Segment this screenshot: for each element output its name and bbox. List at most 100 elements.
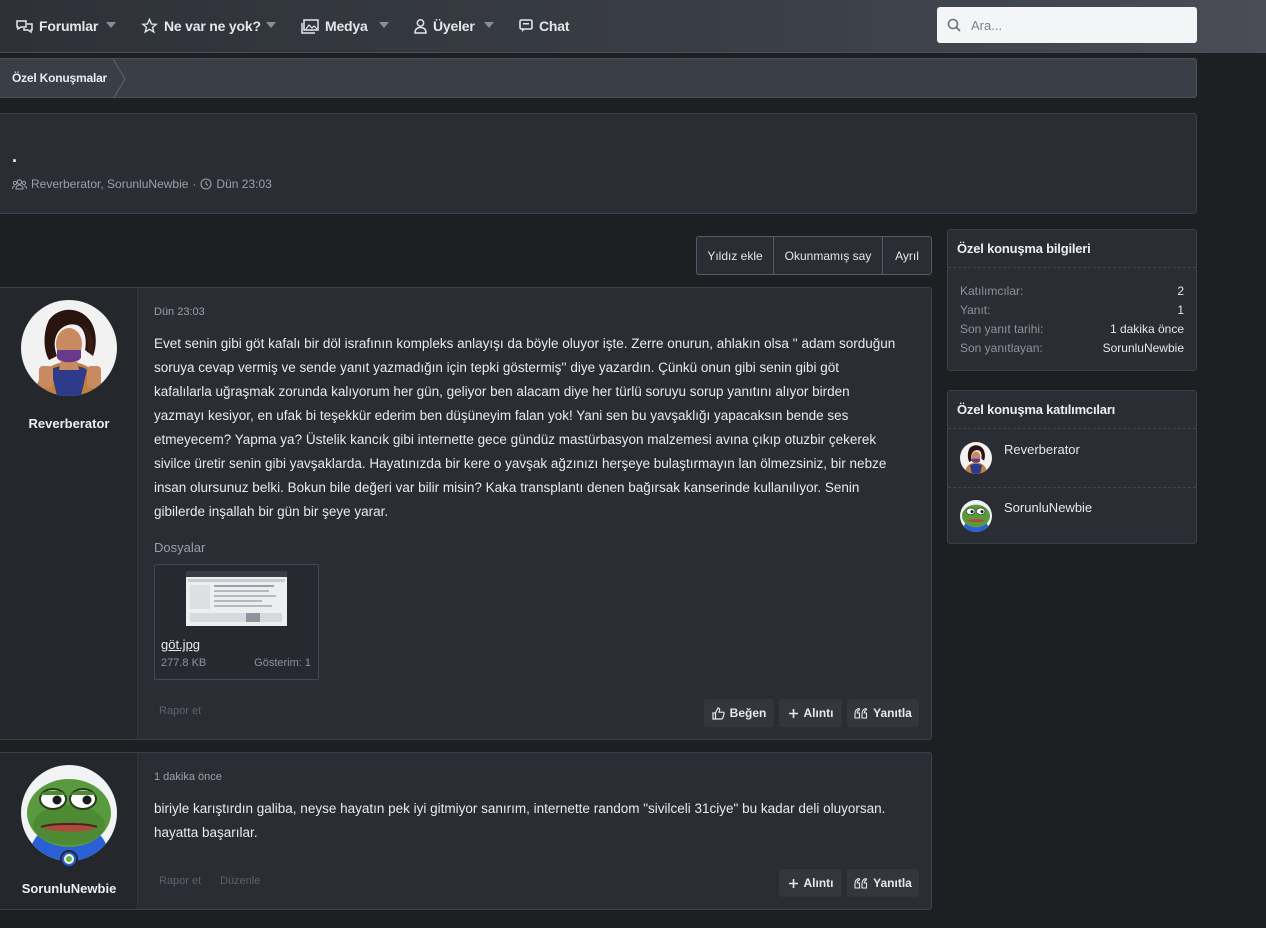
page-title: . — [12, 146, 18, 166]
quote-button-label: Alıntı — [803, 706, 834, 720]
pepe-frog-avatar-image — [960, 500, 992, 532]
reverberator-avatar-image — [960, 442, 992, 474]
info-row-participants: Katılımcılar: 2 — [960, 284, 1184, 302]
message-user-cell: SorunluNewbie — [0, 753, 138, 909]
nav-medya-label: Medya — [325, 18, 368, 34]
participant-avatar[interactable] — [960, 442, 992, 474]
search-input[interactable] — [971, 17, 1171, 33]
message-line: insan olursunuz belki. Bokun bile değeri… — [154, 480, 860, 495]
comments-icon — [16, 19, 33, 33]
message-line: sivilce üretir senin gibi yavşaklarda. H… — [154, 456, 887, 471]
report-link[interactable]: Rapor et — [159, 705, 201, 717]
avatar[interactable] — [21, 765, 117, 861]
user-icon — [414, 18, 427, 34]
info-key: Katılımcılar: — [960, 284, 1024, 298]
top-navigation: Forumlar Ne var ne yok? Medya Üyeler Cha… — [0, 0, 1266, 53]
info-row-last-reply-date: Son yanıt tarihi: 1 dakika önce — [960, 322, 1184, 340]
message-line: soruya cevap vermiş ve sende yanıt yazma… — [154, 360, 840, 375]
nav-uyeler-label: Üyeler — [433, 18, 475, 34]
quote-icon — [854, 707, 868, 719]
quote-button-label: Alıntı — [803, 876, 834, 890]
breadcrumb: Özel Konuşmalar — [0, 58, 1197, 98]
participant-avatar[interactable] — [960, 500, 992, 532]
nav-forumlar-caret[interactable] — [103, 17, 119, 33]
search-icon — [947, 18, 961, 32]
conversation-date: Dün 23:03 — [216, 177, 272, 191]
leave-button[interactable]: Ayrıl — [883, 237, 931, 274]
participant-item[interactable]: SorunluNewbie — [948, 487, 1196, 543]
info-value: 2 — [1177, 284, 1184, 298]
report-link[interactable]: Rapor et — [159, 875, 201, 887]
message-line: biriyle karıştırdın galiba, neyse hayatı… — [154, 801, 886, 816]
caret-down-icon — [484, 22, 494, 28]
meta-separator: · — [192, 177, 197, 191]
plus-icon — [788, 878, 798, 888]
conversation-actions: Yıldız ekle Okunmamış say Ayrıl — [696, 236, 932, 275]
message-line: kafalılarla uğraşmak zorunda kalıyorum h… — [154, 384, 850, 399]
message-line: gibilerde inşallah bir gün bir şeye yara… — [154, 504, 389, 519]
files-label: Dosyalar — [154, 540, 206, 555]
conversation-header: . Reverberator, SorunluNewbie · Dün 23:0… — [0, 113, 1197, 214]
attachment-thumbnail[interactable] — [186, 571, 287, 626]
breadcrumb-ozel-konusmalar[interactable]: Özel Konuşmalar — [0, 59, 126, 97]
message-date[interactable]: 1 dakika önce — [154, 771, 222, 783]
message-username[interactable]: Reverberator — [0, 416, 138, 431]
message: SorunluNewbie 1 dakika önce biriyle karı… — [0, 752, 932, 910]
star-button[interactable]: Yıldız ekle — [697, 237, 774, 274]
pepe-frog-avatar-image — [21, 765, 117, 861]
mark-unread-button[interactable]: Okunmamış say — [774, 237, 883, 274]
caret-down-icon — [106, 22, 116, 28]
message: Reverberator Dün 23:03 Evet senin gibi g… — [0, 287, 932, 740]
caret-down-icon — [379, 22, 389, 28]
like-button[interactable]: Beğen — [704, 699, 774, 727]
message-line: hayatta başarılar. — [154, 825, 258, 840]
nav-forumlar[interactable]: Forumlar — [16, 16, 98, 36]
info-key: Son yanıtlayan: — [960, 341, 1043, 355]
reply-button[interactable]: Yanıtla — [847, 869, 919, 897]
plus-icon — [788, 708, 798, 718]
attachment[interactable]: göt.jpg 277.8 KB Gösterim: 1 — [154, 564, 319, 680]
edit-link[interactable]: Düzenle — [220, 875, 260, 887]
attachment-size: 277.8 KB — [161, 657, 207, 669]
nav-medya-caret[interactable] — [376, 17, 392, 33]
screenshot-thumbnail-image — [186, 571, 287, 626]
search-box[interactable] — [937, 7, 1197, 43]
caret-down-icon — [266, 22, 276, 28]
message-line: Evet senin gibi göt kafalı bir döl israf… — [154, 336, 896, 351]
info-row-last-replier: Son yanıtlayan: SorunluNewbie — [960, 341, 1184, 359]
message-line: yazmayı kesiyor, en ufak bi teşekkür ede… — [154, 408, 849, 423]
reply-button[interactable]: Yanıtla — [847, 699, 919, 727]
online-status-icon — [60, 850, 78, 868]
nav-ne-var-ne-yok[interactable]: Ne var ne yok? — [141, 16, 261, 36]
breadcrumb-chevron-icon — [112, 59, 126, 97]
reverberator-avatar-image — [21, 300, 117, 396]
nav-uyeler[interactable]: Üyeler — [414, 16, 475, 36]
nav-chat[interactable]: Chat — [519, 16, 570, 36]
conversation-participants-block: Özel konuşma katılımcıları Reverberator — [947, 390, 1197, 544]
participant-item[interactable]: Reverberator — [948, 430, 1196, 486]
info-value: 1 — [1177, 303, 1184, 317]
info-value[interactable]: SorunluNewbie — [1103, 341, 1184, 359]
thumbs-up-icon — [712, 706, 725, 720]
chat-icon — [519, 19, 533, 32]
participant-name[interactable]: Reverberator — [1004, 442, 1080, 457]
like-button-label: Beğen — [729, 706, 767, 720]
nav-uyeler-caret[interactable] — [481, 17, 497, 33]
quote-button[interactable]: Alıntı — [779, 869, 842, 897]
info-key: Yanıt: — [960, 303, 991, 317]
attachment-name[interactable]: göt.jpg — [161, 637, 200, 652]
avatar[interactable] — [21, 300, 117, 396]
nav-ne-var-ne-yok-caret[interactable] — [263, 17, 279, 33]
message-user-cell: Reverberator — [0, 288, 138, 739]
conversation-participants[interactable]: Reverberator, SorunluNewbie — [31, 177, 188, 191]
attachment-views: Gösterim: 1 — [254, 657, 311, 669]
message-username[interactable]: SorunluNewbie — [0, 881, 138, 896]
info-value: 1 dakika önce — [1109, 322, 1184, 336]
message-date[interactable]: Dün 23:03 — [154, 306, 205, 318]
quote-button[interactable]: Alıntı — [779, 699, 842, 727]
reply-button-label: Yanıtla — [873, 706, 912, 720]
star-icon — [141, 18, 158, 34]
nav-chat-label: Chat — [539, 18, 570, 34]
participant-name[interactable]: SorunluNewbie — [1004, 500, 1092, 515]
nav-medya[interactable]: Medya — [301, 16, 368, 36]
